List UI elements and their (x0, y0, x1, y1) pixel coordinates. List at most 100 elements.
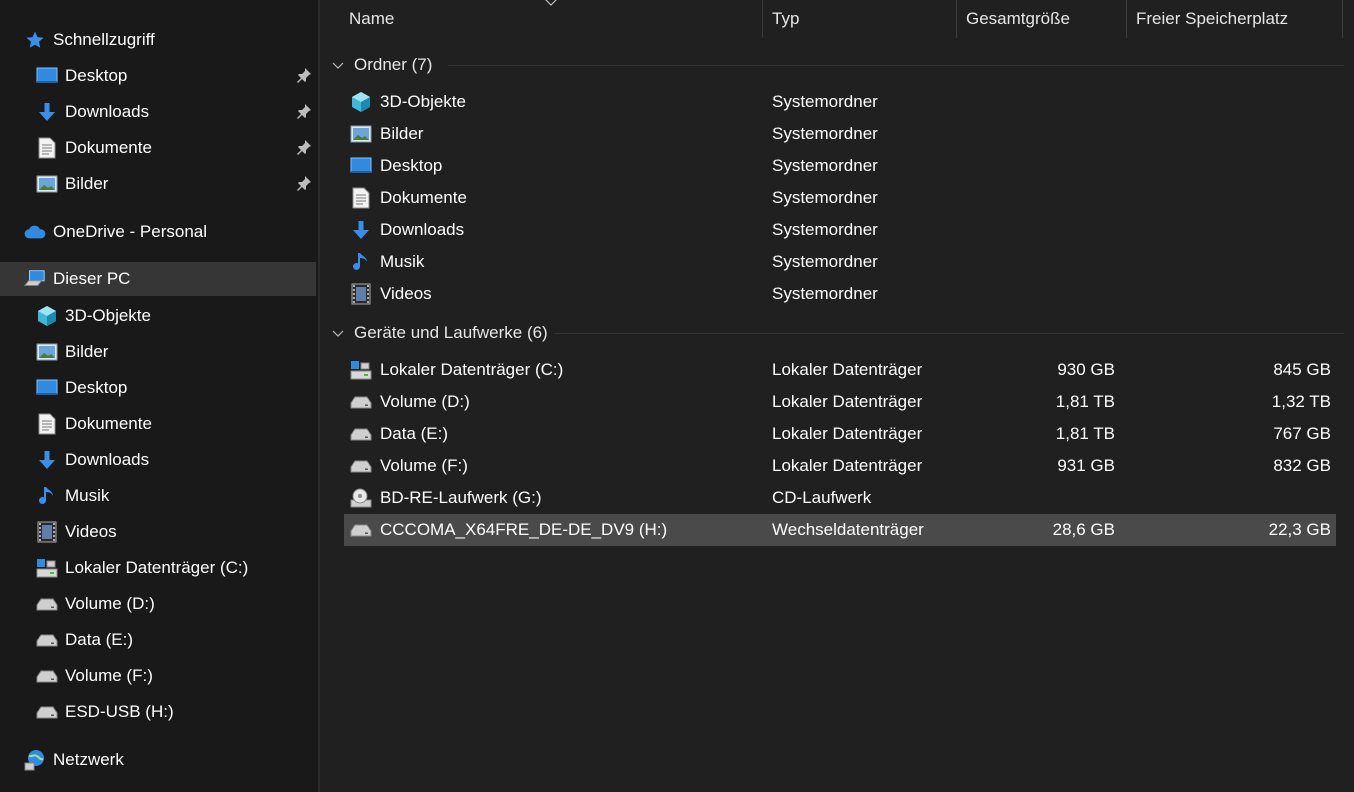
pin-icon[interactable] (296, 175, 312, 191)
drive-icon (36, 593, 58, 615)
sidebar-item-drive-c[interactable]: Lokaler Datenträger (C:) (0, 551, 316, 585)
column-header-free-space[interactable]: Freier Speicherplatz (1136, 0, 1288, 38)
sidebar-item-label: Dokumente (65, 414, 152, 433)
column-separator[interactable] (1126, 0, 1127, 38)
sidebar-item-this-pc[interactable]: Dieser PC (0, 262, 316, 296)
sidebar-item-music[interactable]: Musik (0, 479, 316, 513)
list-item[interactable]: Volume (F:) Lokaler Datenträger 931 GB 8… (344, 450, 1336, 482)
item-type: CD-Laufwerk (772, 488, 872, 507)
sidebar-item-drive-f[interactable]: Volume (F:) (0, 659, 316, 693)
list-item[interactable]: BD-RE-Laufwerk (G:) CD-Laufwerk (344, 482, 1336, 514)
list-item-selected[interactable]: CCCOMA_X64FRE_DE-DE_DV9 (H:) Wechseldate… (344, 514, 1336, 546)
item-name: Musik (380, 252, 425, 271)
item-type: Lokaler Datenträger (772, 424, 923, 443)
cloud-icon (24, 221, 46, 243)
pictures-icon (36, 173, 58, 195)
list-item[interactable]: Data (E:) Lokaler Datenträger 1,81 TB 76… (344, 418, 1336, 450)
drive-icon (36, 629, 58, 651)
sidebar-item-quick-desktop[interactable]: Desktop (0, 59, 316, 93)
item-type: Systemordner (772, 284, 878, 303)
sidebar-item-label: 3D-Objekte (65, 306, 151, 325)
group-header-drives[interactable]: Geräte und Laufwerke (6) (332, 319, 548, 347)
download-icon (350, 219, 372, 241)
list-item[interactable]: Downloads Systemordner (344, 214, 1336, 246)
sidebar-item-downloads[interactable]: Downloads (0, 443, 316, 477)
sidebar-item-quick-downloads[interactable]: Downloads (0, 95, 316, 129)
list-item[interactable]: Lokaler Datenträger (C:) Lokaler Datentr… (344, 354, 1336, 386)
desktop-icon (350, 155, 372, 177)
column-separator[interactable] (1342, 0, 1343, 38)
sidebar-item-drive-d[interactable]: Volume (D:) (0, 587, 316, 621)
sidebar-item-label: OneDrive - Personal (53, 222, 208, 241)
item-free-space: 22,3 GB (1268, 520, 1331, 539)
item-type: Systemordner (772, 124, 878, 143)
group-divider (554, 333, 1344, 334)
sidebar-item-network[interactable]: Netzwerk (0, 743, 316, 777)
sidebar-item-label: Desktop (65, 66, 128, 85)
sidebar-item-pictures[interactable]: Bilder (0, 335, 316, 369)
sidebar-item-drive-h[interactable]: ESD-USB (H:) (0, 695, 316, 729)
item-type: Systemordner (772, 220, 878, 239)
list-item[interactable]: Bilder Systemordner (344, 118, 1336, 150)
sidebar-item-label: Videos (65, 522, 117, 541)
group-header-folders[interactable]: Ordner (7) (332, 51, 432, 79)
sidebar-item-quick-documents[interactable]: Dokumente (0, 131, 316, 165)
group-label: Geräte und Laufwerke (6) (354, 323, 548, 342)
item-type: Systemordner (772, 156, 878, 175)
item-free-space (1134, 482, 1331, 514)
sidebar-item-label: Musik (65, 486, 110, 505)
item-name: Bilder (380, 124, 424, 143)
column-header-name[interactable]: Name (349, 0, 394, 38)
sidebar-item-desktop[interactable]: Desktop (0, 371, 316, 405)
item-type: Systemordner (772, 92, 878, 111)
document-icon (36, 137, 58, 159)
column-separator[interactable] (762, 0, 763, 38)
pin-icon[interactable] (296, 103, 312, 119)
list-item[interactable]: Volume (D:) Lokaler Datenträger 1,81 TB … (344, 386, 1336, 418)
music-icon (36, 485, 58, 507)
list-item[interactable]: Dokumente Systemordner (344, 182, 1336, 214)
column-header-type[interactable]: Typ (772, 0, 799, 38)
item-total-size: 28,6 GB (1052, 520, 1115, 539)
sidebar-item-label: Volume (F:) (65, 666, 153, 685)
optical-drive-icon (350, 487, 372, 509)
item-total-size: 1,81 TB (1055, 392, 1115, 411)
sidebar-item-videos[interactable]: Videos (0, 515, 316, 549)
cube-icon (350, 91, 372, 113)
chevron-down-icon (332, 62, 344, 69)
pin-icon[interactable] (296, 67, 312, 83)
column-header-total-size[interactable]: Gesamtgröße (966, 0, 1070, 38)
pin-icon[interactable] (296, 139, 312, 155)
item-free-space: 767 GB (1273, 424, 1331, 443)
sidebar-item-documents[interactable]: Dokumente (0, 407, 316, 441)
sidebar-item-label: Bilder (65, 174, 109, 193)
item-name: Lokaler Datenträger (C:) (380, 360, 564, 379)
list-item[interactable]: 3D-Objekte Systemordner (344, 86, 1336, 118)
sidebar-item-label: Downloads (65, 450, 150, 469)
item-free-space: 832 GB (1273, 456, 1331, 475)
item-total-size: 931 GB (1057, 456, 1115, 475)
video-icon (36, 521, 58, 543)
sidebar-item-label: Dieser PC (53, 269, 131, 288)
sidebar-item-onedrive[interactable]: OneDrive - Personal (0, 215, 316, 249)
sidebar-item-3d-objects[interactable]: 3D-Objekte (0, 299, 316, 333)
star-icon (24, 29, 46, 51)
item-name: Volume (F:) (380, 456, 468, 475)
item-name: Downloads (380, 220, 465, 239)
computer-icon (24, 268, 46, 290)
item-type: Lokaler Datenträger (772, 456, 923, 475)
item-total-size (956, 482, 1115, 514)
sidebar-item-quick-pictures[interactable]: Bilder (0, 167, 316, 201)
item-name: Videos (380, 284, 432, 303)
column-separator[interactable] (956, 0, 957, 38)
list-item[interactable]: Videos Systemordner (344, 278, 1336, 310)
sidebar-item-label: Schnellzugriff (53, 30, 155, 49)
list-item[interactable]: Musik Systemordner (344, 246, 1336, 278)
list-item[interactable]: Desktop Systemordner (344, 150, 1336, 182)
drive-icon (350, 391, 372, 413)
document-icon (36, 413, 58, 435)
sidebar-item-quick-access[interactable]: Schnellzugriff (0, 23, 316, 57)
sidebar-item-drive-e[interactable]: Data (E:) (0, 623, 316, 657)
item-name: Desktop (380, 156, 443, 175)
item-type: Lokaler Datenträger (772, 360, 923, 379)
